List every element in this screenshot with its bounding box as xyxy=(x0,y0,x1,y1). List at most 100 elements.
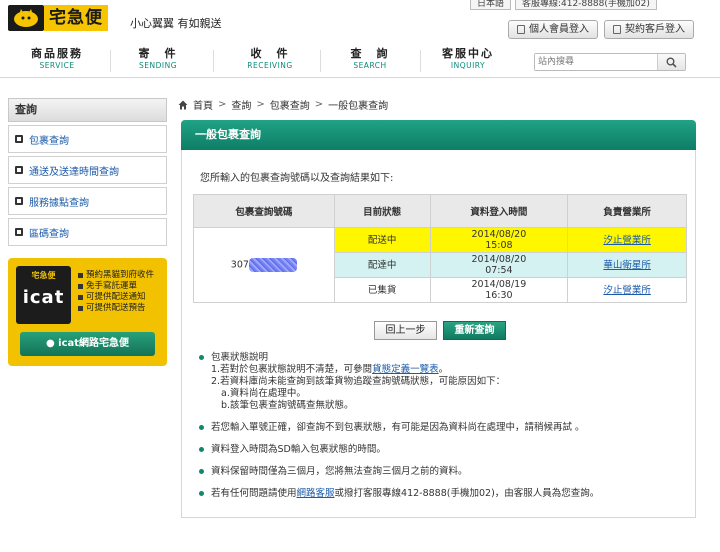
status-definition-link[interactable]: 貨態定義一覽表 xyxy=(372,364,439,375)
sidebar-item-parcel-query[interactable]: 包裹查詢 xyxy=(8,125,167,153)
nav-search[interactable]: 查 詢 SEARCH xyxy=(320,47,420,71)
requery-button[interactable]: 重新查詢 xyxy=(443,321,506,340)
notes-list: 包裹狀態說明 1.若對於包裹狀態說明不清楚，可參閱貨態定義一覽表。 2.若資料庫… xyxy=(198,352,688,500)
breadcrumb-query[interactable]: 查詢 xyxy=(231,97,251,112)
bullet-icon xyxy=(78,273,83,278)
datetime-cell: 2014/08/20 07:54 xyxy=(429,252,569,278)
note-text: 或撥打客服專線412-8888(手機加02)，由客服人員為您查詢。 xyxy=(334,488,600,499)
nav-service[interactable]: 商品服務 SERVICE xyxy=(7,47,107,71)
icat-logo-top: 宅急便 xyxy=(31,271,56,280)
office-link[interactable]: 汐止營業所 xyxy=(603,235,651,246)
icat-feature: 可提供配送預告 xyxy=(86,303,146,313)
sidebar-item-label: 包裹查詢 xyxy=(29,135,69,147)
bullet-icon xyxy=(15,135,23,143)
column-header: 包裹查詢號碼 xyxy=(193,194,335,228)
note-text: 1.若對於包裹狀態說明不清楚，可參閱 xyxy=(211,364,373,375)
sidebar-item-label: 服務據點查詢 xyxy=(29,197,89,209)
note-line: 2.若資料庫尚未能查詢到該筆貨物追蹤查詢號碼狀態，可能原因如下： xyxy=(211,376,506,387)
note-text: 。 xyxy=(438,364,449,375)
bullet-icon xyxy=(199,491,204,496)
table-row: 307 配送中 2014/08/20 15:08 汐止營業所 xyxy=(193,227,687,303)
note-processing: 若您輸入單號正確，卻查詢不到包裹狀態，有可能是因為資料尚在處理中，請稍候再試 。 xyxy=(198,422,688,434)
sidebar-item-delivery-time[interactable]: 通送及送達時間查詢 xyxy=(8,156,167,184)
nav-inquiry-sub: INQUIRY xyxy=(450,61,486,70)
breadcrumb-separator: > xyxy=(218,99,227,110)
time-text: 15:08 xyxy=(485,240,513,251)
icat-feature: 免手寫託運單 xyxy=(86,281,138,291)
bullet-icon xyxy=(78,284,83,289)
icat-feature: 可提供配送通知 xyxy=(86,292,146,302)
icat-web-button-label: icat網路宅急便 xyxy=(58,338,130,349)
bullet-icon xyxy=(15,197,23,205)
online-service-link[interactable]: 網路客服 xyxy=(297,488,335,499)
nav-inquiry[interactable]: 客服中心 INQUIRY xyxy=(418,47,518,71)
datetime-cell: 2014/08/20 15:08 xyxy=(429,227,569,253)
office-cell: 華山衛星所 xyxy=(567,252,687,278)
yamato-logo[interactable]: 宅急便 xyxy=(8,5,126,31)
note-text: 若您輸入單號正確，卻查詢不到包裹狀態，有可能是因為資料尚在處理中，請稍候再試 。 xyxy=(211,422,585,433)
bullet-icon xyxy=(199,469,204,474)
nav-receiving-sub: RECEIVING xyxy=(247,61,293,70)
nav-divider xyxy=(213,50,214,72)
time-text: 16:30 xyxy=(485,290,513,301)
member-icon xyxy=(517,25,525,34)
home-icon xyxy=(178,100,188,110)
note-text: 資料登入時間為SD輸入包裹狀態的時間。 xyxy=(211,444,386,455)
status-cell: 配送中 xyxy=(333,227,431,253)
sidebar-item-label: 通送及送達時間查詢 xyxy=(29,166,119,178)
nav-sending[interactable]: 寄 件 SENDING xyxy=(108,47,208,71)
breadcrumb-separator: > xyxy=(256,99,265,110)
page-title: 一般包裹查詢 xyxy=(181,120,696,150)
member-login-label: 個人會員登入 xyxy=(529,24,589,35)
nav-sending-sub: SENDING xyxy=(138,61,178,70)
note-line: 若有任何問題請使用網路客服或撥打客服專線412-8888(手機加02)，由客服人… xyxy=(211,488,688,500)
sidebar-item-service-points[interactable]: 服務據點查詢 xyxy=(8,187,167,215)
office-link[interactable]: 華山衛星所 xyxy=(603,260,651,271)
corporate-icon xyxy=(613,25,621,34)
nav-service-label: 商品服務 xyxy=(31,47,83,60)
icat-web-button[interactable]: ● icat網路宅急便 xyxy=(20,332,155,356)
slogan: 小心翼翼 有如親送 xyxy=(130,17,222,30)
bullet-icon xyxy=(15,166,23,174)
breadcrumb-home[interactable]: 首頁 xyxy=(193,97,213,112)
back-button[interactable]: 回上一步 xyxy=(374,321,437,340)
nav-receiving-label: 收 件 xyxy=(250,47,290,60)
brand-name: 宅急便 xyxy=(44,5,108,31)
service-phone: 客服專線:412-8888(手機加02) xyxy=(515,0,657,10)
bullet-icon xyxy=(199,447,204,452)
time-text: 07:54 xyxy=(485,265,513,276)
column-header: 資料登入時間 xyxy=(429,194,569,228)
sidebar-item-label: 區碼查詢 xyxy=(29,228,69,240)
bullet-icon xyxy=(199,355,204,360)
member-login-button[interactable]: 個人會員登入 xyxy=(508,20,598,39)
search-icon[interactable] xyxy=(657,54,685,70)
date-text: 2014/08/19 xyxy=(471,279,527,290)
top-utility-bar: 日本語 客服專線:412-8888(手機加02) xyxy=(470,0,661,13)
date-text: 2014/08/20 xyxy=(471,254,527,265)
office-cell: 汐止營業所 xyxy=(567,277,687,303)
table-header-row: 包裹查詢號碼 目前狀態 資料登入時間 負責營業所 xyxy=(193,194,687,228)
language-link[interactable]: 日本語 xyxy=(470,0,512,10)
site-search-input[interactable] xyxy=(535,54,653,70)
breadcrumb-parcel-query[interactable]: 包裹查詢 xyxy=(270,97,310,112)
tracking-result-table: 包裹查詢號碼 目前狀態 資料登入時間 負責營業所 307 配送中 2014/08… xyxy=(193,194,687,303)
note-status-explanation: 包裹狀態說明 1.若對於包裹狀態說明不清楚，可參閱貨態定義一覽表。 2.若資料庫… xyxy=(198,352,688,412)
black-cat-icon xyxy=(8,5,44,31)
note-line: 1.若對於包裹狀態說明不清楚，可參閱貨態定義一覽表。 xyxy=(211,364,688,376)
corporate-login-button[interactable]: 契約客戶登入 xyxy=(604,20,694,39)
icat-logo-main: icat xyxy=(22,287,65,308)
status-cell: 配達中 xyxy=(333,252,431,278)
breadcrumb-current: 一般包裹查詢 xyxy=(328,101,389,112)
action-buttons: 回上一步 重新查詢 xyxy=(374,321,506,340)
result-intro: 您所輸入的包裹查詢號碼以及查詢結果如下: xyxy=(200,173,394,184)
status-cell: 已集貨 xyxy=(333,277,431,303)
bullet-icon xyxy=(78,295,83,300)
list-item: 可提供配送通知 xyxy=(78,292,154,303)
nav-receiving[interactable]: 收 件 RECEIVING xyxy=(220,47,320,71)
redacted-tracking-number xyxy=(248,258,297,272)
sidebar-item-area-code[interactable]: 區碼查詢 xyxy=(8,218,167,246)
icat-logo[interactable]: 宅急便 icat xyxy=(16,266,71,324)
office-link[interactable]: 汐止營業所 xyxy=(603,285,651,296)
date-text: 2014/08/20 xyxy=(471,229,527,240)
column-header: 負責營業所 xyxy=(567,194,687,228)
